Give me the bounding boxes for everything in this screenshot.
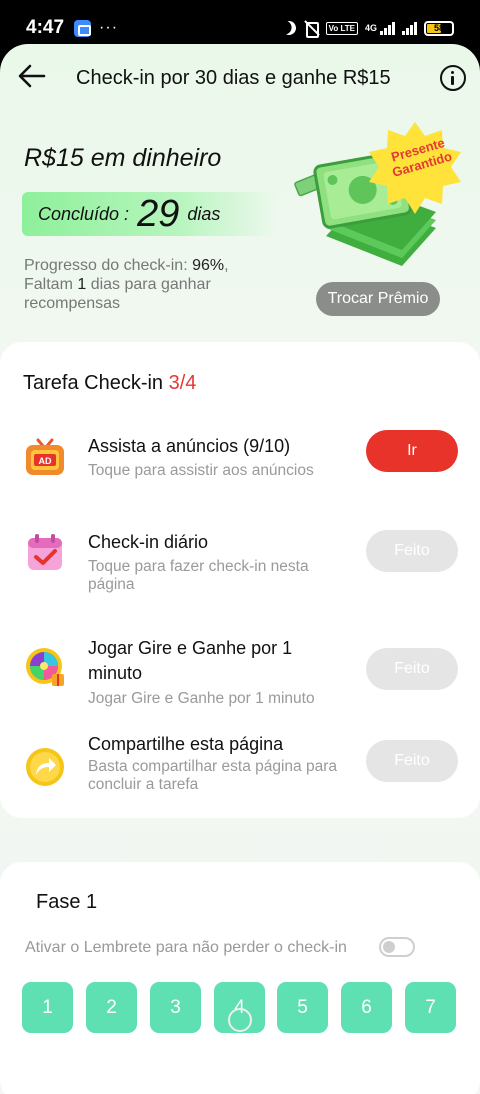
ad-tv-icon: AD [26,438,64,475]
status-time: 4:47 [26,17,65,38]
task-subtitle: Jogar Gire e Ganhe por 1 minuto [88,690,315,707]
signal-icon-2 [402,21,417,35]
vibrate-off-icon [303,21,319,38]
task-title: Jogar Gire e Ganhe por 1 minuto [88,638,293,683]
home-gesture-indicator[interactable] [228,1008,252,1032]
svg-text:AD: AD [39,456,52,466]
reminder-text: Ativar o Lembrete para não perder o chec… [25,939,347,956]
task-title: Compartilhe esta página [88,734,284,754]
done-button[interactable]: Feito [366,530,458,572]
done-button[interactable]: Feito [366,648,458,690]
task-subtitle: Basta compartilhar esta página para conc… [88,758,338,793]
back-arrow-icon [18,64,46,88]
task-subtitle: Toque para fazer check-in nesta página [88,558,309,593]
progress-label: Progresso do check-in: [24,257,193,274]
completed-label: Concluído : [38,203,130,224]
battery-icon: 58 [424,20,454,36]
day-6[interactable]: 6 [341,982,392,1033]
share-arrow-icon [26,748,64,786]
trade-prize-button[interactable]: Trocar Prêmio [316,282,440,316]
app-notification-icon [74,19,92,37]
task-title: Assista a anúncios (9/10) [88,436,291,456]
task-count: 3/4 [168,372,197,394]
task-subtitle: Toque para assistir aos anúncios [88,462,314,479]
reminder-toggle[interactable] [379,937,415,957]
phase-card: Fase 1 Ativar o Lembrete para não perder… [0,862,480,1094]
do-not-disturb-icon [280,19,298,37]
day-5[interactable]: 5 [277,982,328,1033]
day-2[interactable]: 2 [86,982,137,1033]
remaining-prefix: Faltam [24,276,78,293]
done-button[interactable]: Feito [366,740,458,782]
back-button[interactable] [14,58,50,94]
completed-days-pill: Concluído : 29 dias [22,192,278,236]
task-card-label: Tarefa Check-in [23,372,169,394]
prize-wheel-icon [26,648,64,686]
task-card: Tarefa Check-in 3/4 AD Assista a anúncio… [0,342,480,818]
completed-days-unit: dias [187,203,221,224]
day-7[interactable]: 7 [405,982,456,1033]
battery-level: 58 [433,22,444,33]
task-card-title: Tarefa Check-in 3/4 [23,372,196,395]
info-icon[interactable] [440,65,466,91]
more-notifications-icon: ··· [99,19,119,36]
day-1[interactable]: 1 [22,982,73,1033]
signal-icon [380,21,395,35]
completed-days-count: 29 [137,192,180,235]
network-type: 4G [364,23,377,33]
phase-title: Fase 1 [36,891,98,913]
remaining-days: 1 [77,276,87,293]
task-title: Check-in diário [88,532,209,552]
page-title: Check-in por 30 dias e ganhe R$15 [76,67,391,89]
day-3[interactable]: 3 [150,982,201,1033]
go-button[interactable]: Ir [366,430,458,472]
volte-badge: Vo LTE [325,21,358,35]
reward-title: R$15 em dinheiro [24,144,222,172]
header: Check-in por 30 dias e ganhe R$15 [0,52,480,104]
checkin-page: Check-in por 30 dias e ganhe R$15 R$15 e… [0,44,480,1094]
calendar-check-icon [28,534,62,570]
status-indicators: Vo LTE 4G 58 [280,19,454,38]
progress-suffix: , [224,257,229,274]
progress-value: 96% [192,257,225,274]
progress-text: Progresso do check-in: 96%, Faltam 1 dia… [24,256,284,313]
